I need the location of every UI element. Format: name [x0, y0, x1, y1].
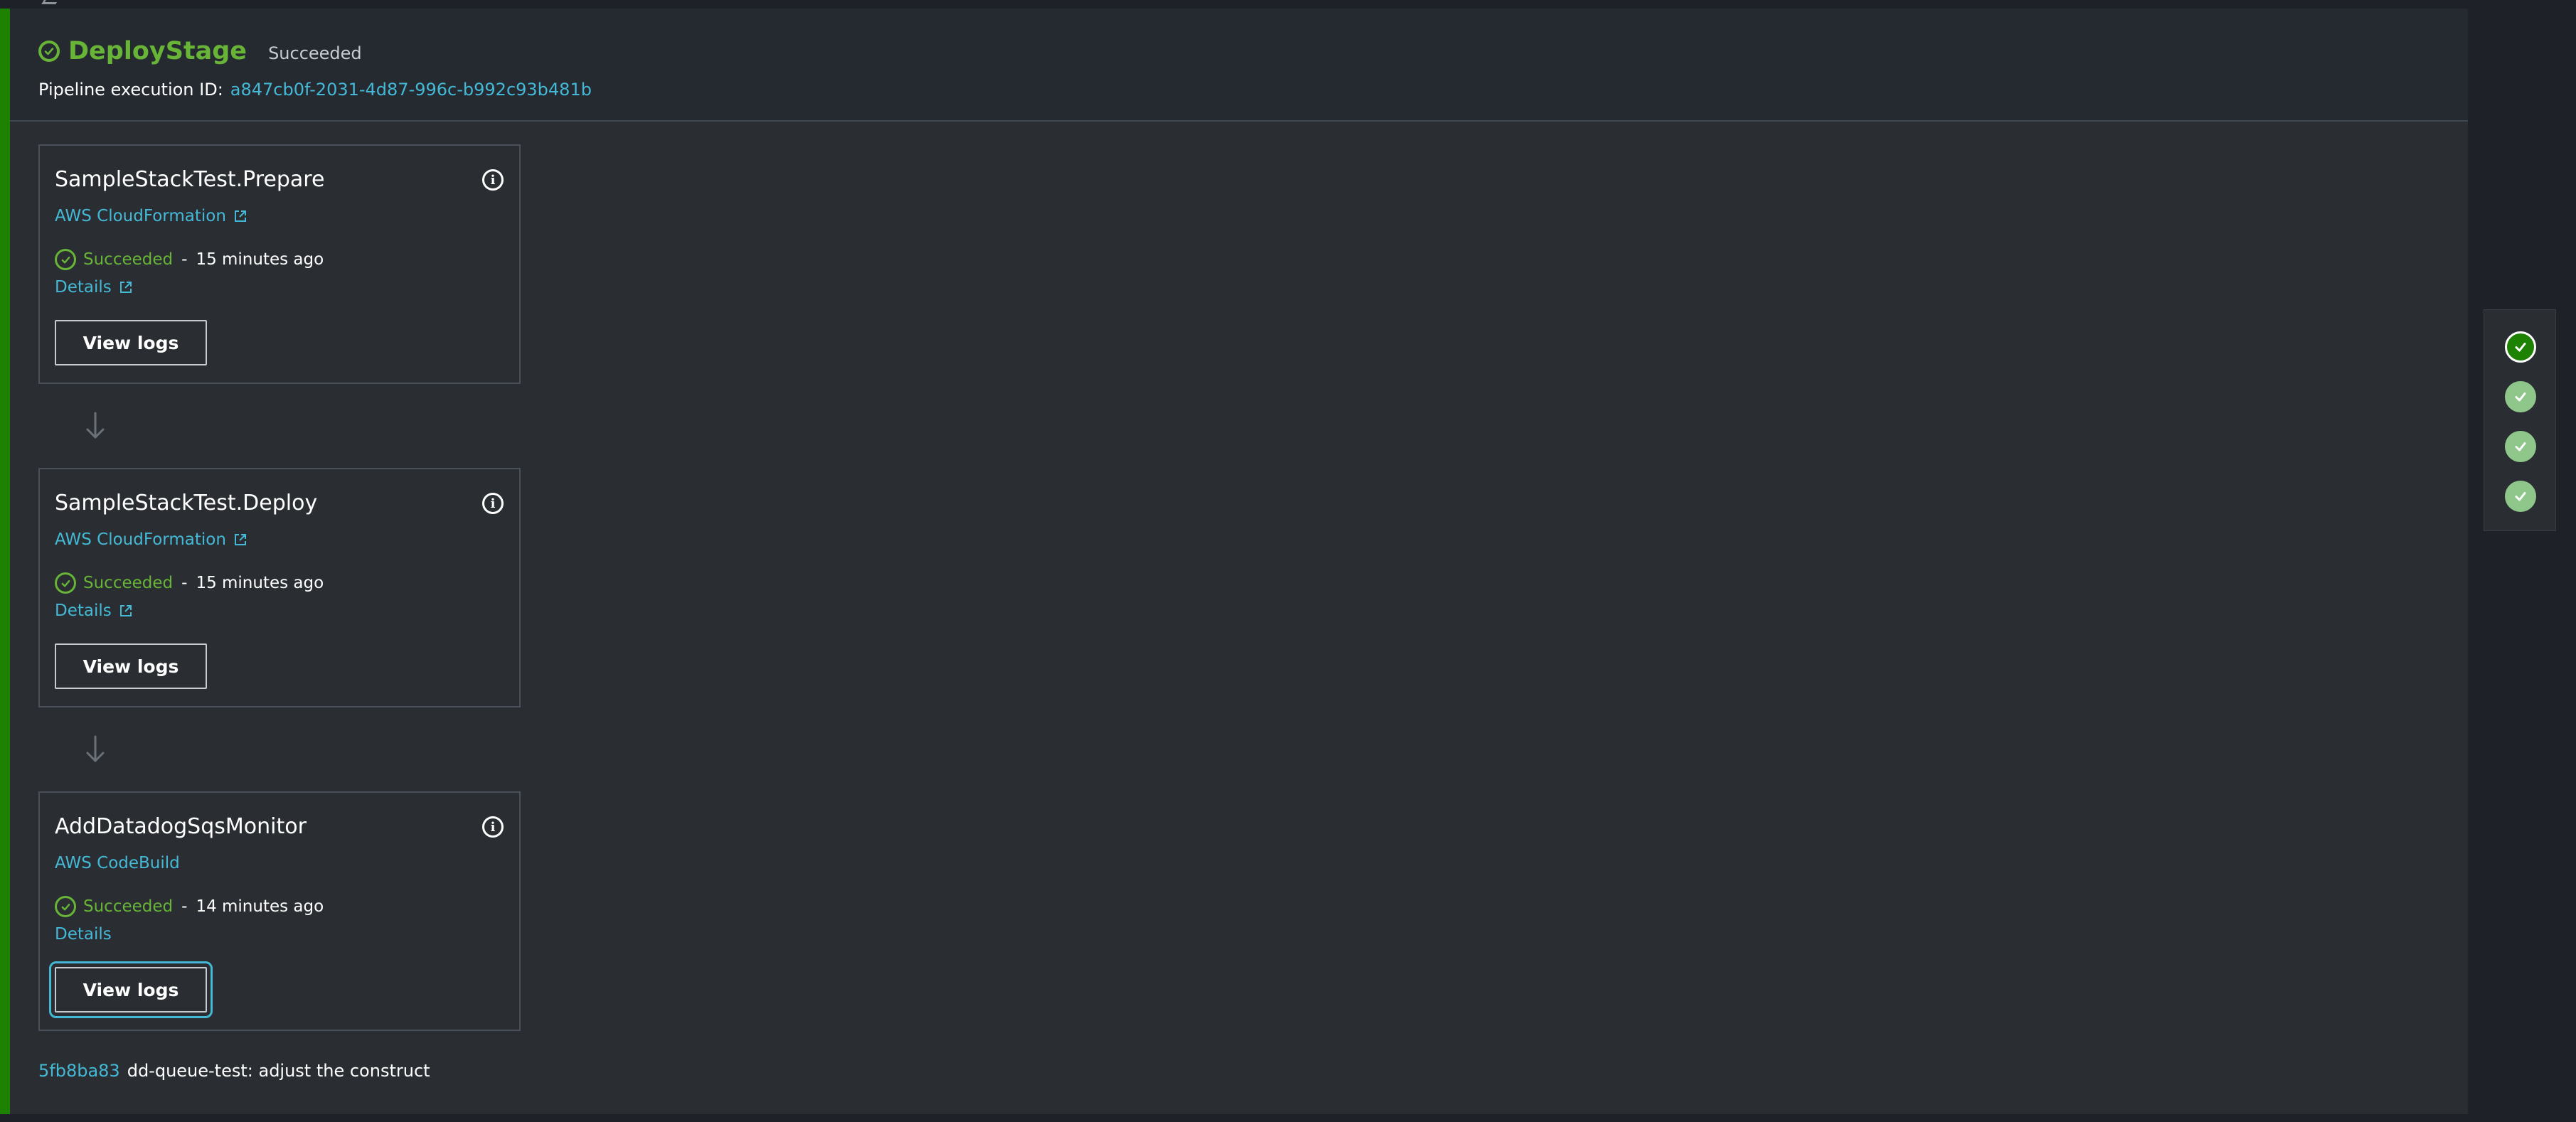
action-status-row: Succeeded - 15 minutes ago [55, 249, 324, 270]
action-status: Succeeded [83, 897, 174, 916]
view-logs-button[interactable]: View logs [55, 643, 207, 689]
status-separator: - [181, 897, 188, 916]
action-card: SampleStackTest.Prepare i AWS CloudForma… [38, 144, 521, 384]
provider-label: AWS CloudFormation [55, 207, 226, 225]
action-card: AddDatadogSqsMonitor i AWS CodeBuild Suc… [38, 791, 521, 1031]
action-status: Succeeded [83, 250, 174, 269]
details-link[interactable]: Details [55, 925, 112, 944]
action-status: Succeeded [83, 574, 174, 592]
stage-nav-check-icon[interactable] [2505, 331, 2536, 363]
provider-label: AWS CodeBuild [55, 854, 180, 872]
action-name: SampleStackTest.Deploy [55, 491, 318, 515]
info-icon[interactable]: i [482, 169, 504, 191]
arrow-down-icon [86, 412, 105, 439]
provider-link[interactable]: AWS CloudFormation [55, 207, 248, 225]
stage-nav-check-icon[interactable] [2505, 481, 2536, 512]
stage-status: Succeeded [268, 43, 362, 63]
success-check-icon [55, 572, 76, 594]
status-separator: - [181, 250, 188, 269]
status-separator: - [181, 574, 188, 592]
provider-label: AWS CloudFormation [55, 530, 226, 549]
view-logs-button[interactable]: View logs [49, 961, 213, 1018]
stage-nav-check-icon[interactable] [2505, 431, 2536, 462]
stage-navigator [2484, 309, 2556, 531]
details-link[interactable]: Details [55, 602, 133, 620]
external-link-icon [234, 210, 246, 222]
stage-nav-check-icon[interactable] [2505, 381, 2536, 412]
stage-header: DeployStage Succeeded Pipeline execution… [10, 9, 2468, 122]
external-link-icon [119, 282, 132, 293]
details-link[interactable]: Details [55, 278, 133, 296]
success-check-icon [38, 41, 60, 62]
action-status-row: Succeeded - 14 minutes ago [55, 896, 324, 917]
external-link-icon [119, 605, 132, 616]
action-timestamp: 15 minutes ago [196, 250, 324, 269]
external-link-icon [234, 534, 246, 545]
details-label: Details [55, 278, 112, 296]
action-status-row: Succeeded - 15 minutes ago [55, 572, 324, 594]
action-name: AddDatadogSqsMonitor [55, 814, 307, 839]
details-label: Details [55, 925, 112, 944]
execution-id-link[interactable]: a847cb0f-2031-4d87-996c-b992c93b481b [230, 80, 592, 100]
provider-link[interactable]: AWS CloudFormation [55, 530, 248, 549]
action-card: SampleStackTest.Deploy i AWS CloudFormat… [38, 468, 521, 707]
deploy-stage-panel: DeployStage Succeeded Pipeline execution… [0, 9, 2468, 1114]
info-icon[interactable]: i [482, 816, 504, 838]
execution-id-label: Pipeline execution ID: [38, 80, 223, 100]
provider-link[interactable]: AWS CodeBuild [55, 854, 180, 872]
commit-message: dd-queue-test: adjust the construct [127, 1061, 430, 1081]
info-icon[interactable]: i [482, 493, 504, 514]
commit-hash-link[interactable]: 5fb8ba83 [38, 1061, 120, 1081]
arrow-down-icon [86, 735, 105, 763]
view-logs-button[interactable]: View logs [55, 320, 207, 365]
success-check-icon [55, 896, 76, 917]
source-commit-row: 5fb8ba83 dd-queue-test: adjust the const… [38, 1061, 430, 1081]
collapse-arrow-fragment [41, 0, 58, 4]
stage-title-row: DeployStage Succeeded [38, 37, 362, 65]
success-check-icon [55, 249, 76, 270]
details-label: Details [55, 602, 112, 620]
execution-id-row: Pipeline execution ID: a847cb0f-2031-4d8… [38, 80, 592, 100]
action-name: SampleStackTest.Prepare [55, 167, 325, 192]
action-timestamp: 15 minutes ago [196, 574, 324, 592]
action-timestamp: 14 minutes ago [196, 897, 324, 916]
stage-name: DeployStage [68, 37, 248, 65]
